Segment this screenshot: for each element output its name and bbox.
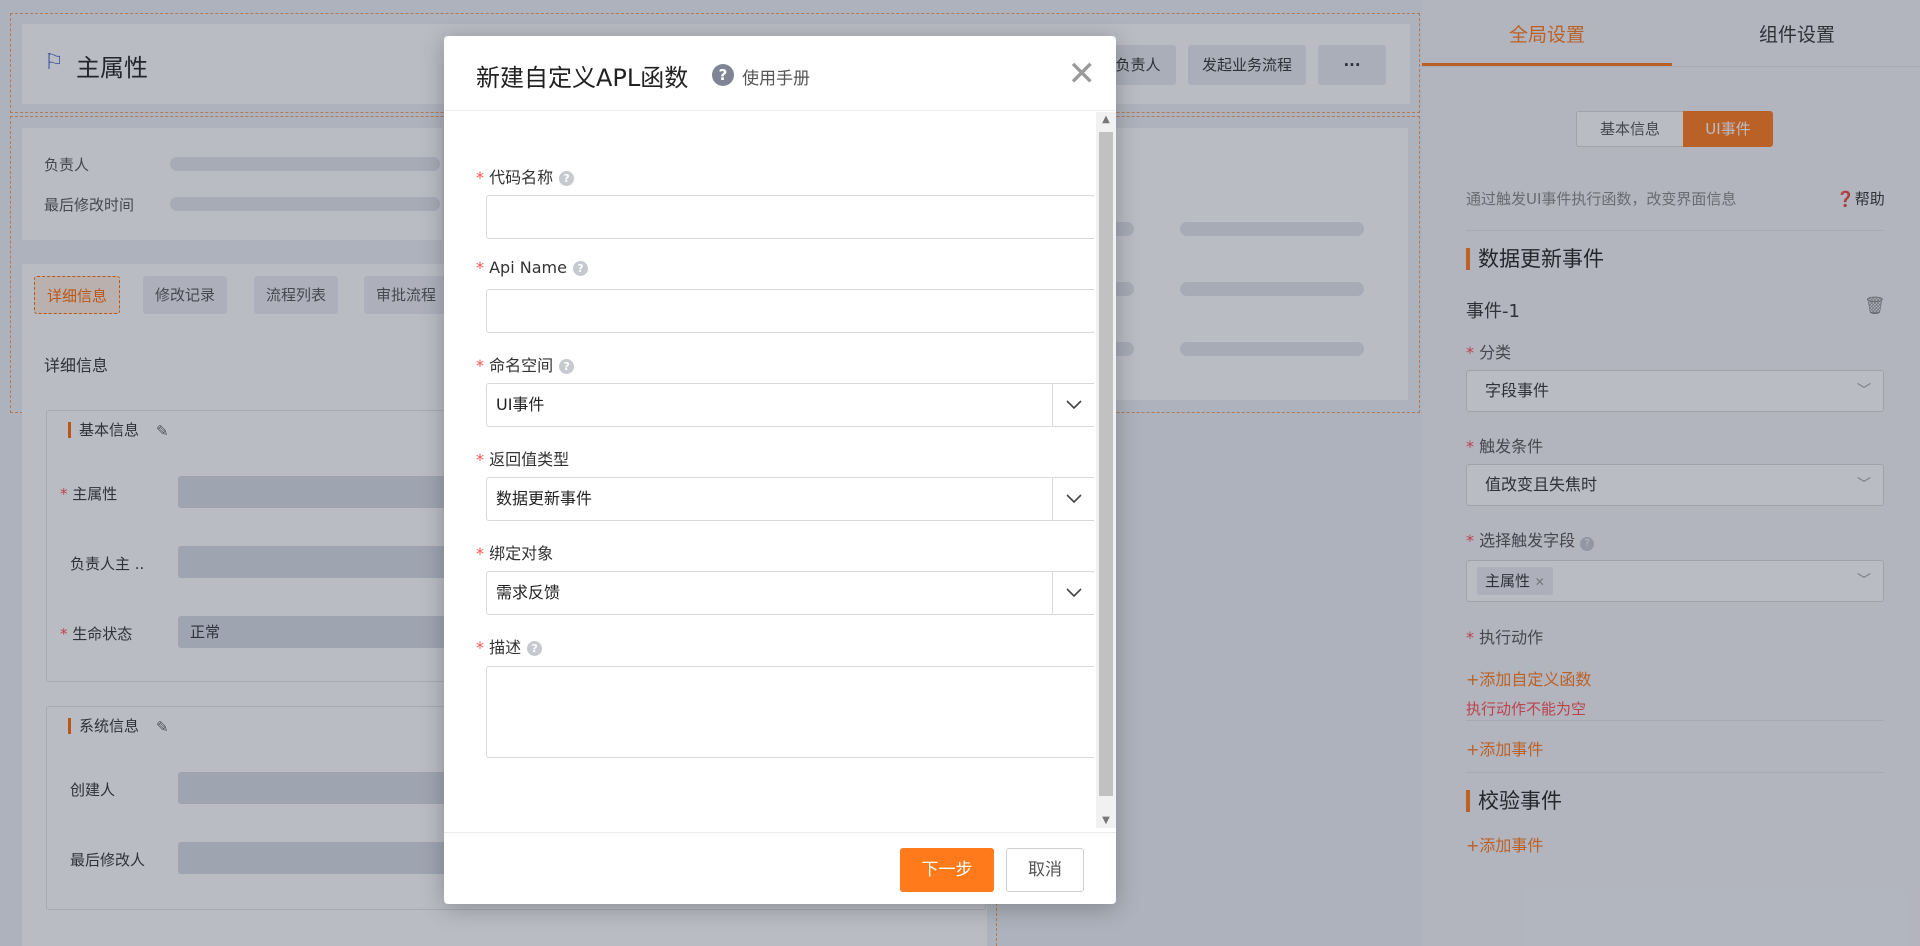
bind-object-label: * 绑定对象: [476, 544, 554, 563]
question-icon: ?: [559, 359, 575, 374]
return-type-dropdown-button[interactable]: [1052, 478, 1094, 520]
question-icon: ?: [527, 641, 543, 656]
api-name-label: * Api Name?: [476, 258, 588, 277]
new-apl-function-dialog: 新建自定义APL函数 ? 使用手册 ✕ ▲ ▼ * 代码名称? * Api Na…: [444, 36, 1116, 904]
namespace-label: * 命名空间?: [476, 352, 575, 376]
scrollbar-thumb[interactable]: [1099, 132, 1113, 796]
chevron-down-icon: [1066, 494, 1082, 504]
return-type-select[interactable]: 数据更新事件: [486, 477, 1094, 521]
namespace-dropdown-button[interactable]: [1052, 384, 1094, 426]
scroll-down-icon[interactable]: ▼: [1096, 815, 1116, 826]
scroll-up-icon[interactable]: ▲: [1096, 114, 1116, 125]
question-icon: ?: [572, 261, 588, 276]
bind-object-select[interactable]: 需求反馈: [486, 571, 1094, 615]
bind-object-dropdown-button[interactable]: [1052, 572, 1094, 614]
code-name-input[interactable]: [486, 195, 1094, 239]
help-icon[interactable]: ?: [712, 64, 734, 86]
description-textarea[interactable]: [486, 666, 1094, 758]
question-icon: ?: [559, 171, 575, 186]
description-label: * 描述?: [476, 634, 543, 658]
next-button[interactable]: 下一步: [900, 848, 994, 892]
return-type-label: * 返回值类型: [476, 450, 570, 469]
code-name-label: * 代码名称?: [476, 164, 575, 188]
cancel-button[interactable]: 取消: [1006, 848, 1084, 892]
dialog-title: 新建自定义APL函数: [476, 64, 689, 92]
dialog-footer: 下一步 取消: [444, 832, 1116, 904]
manual-link[interactable]: 使用手册: [742, 64, 810, 89]
chevron-down-icon: [1066, 588, 1082, 598]
close-icon[interactable]: ✕: [1068, 54, 1097, 94]
api-name-input[interactable]: [486, 289, 1094, 333]
chevron-down-icon: [1066, 400, 1082, 410]
scrollbar[interactable]: ▲ ▼: [1096, 112, 1116, 828]
namespace-select[interactable]: UI事件: [486, 383, 1094, 427]
